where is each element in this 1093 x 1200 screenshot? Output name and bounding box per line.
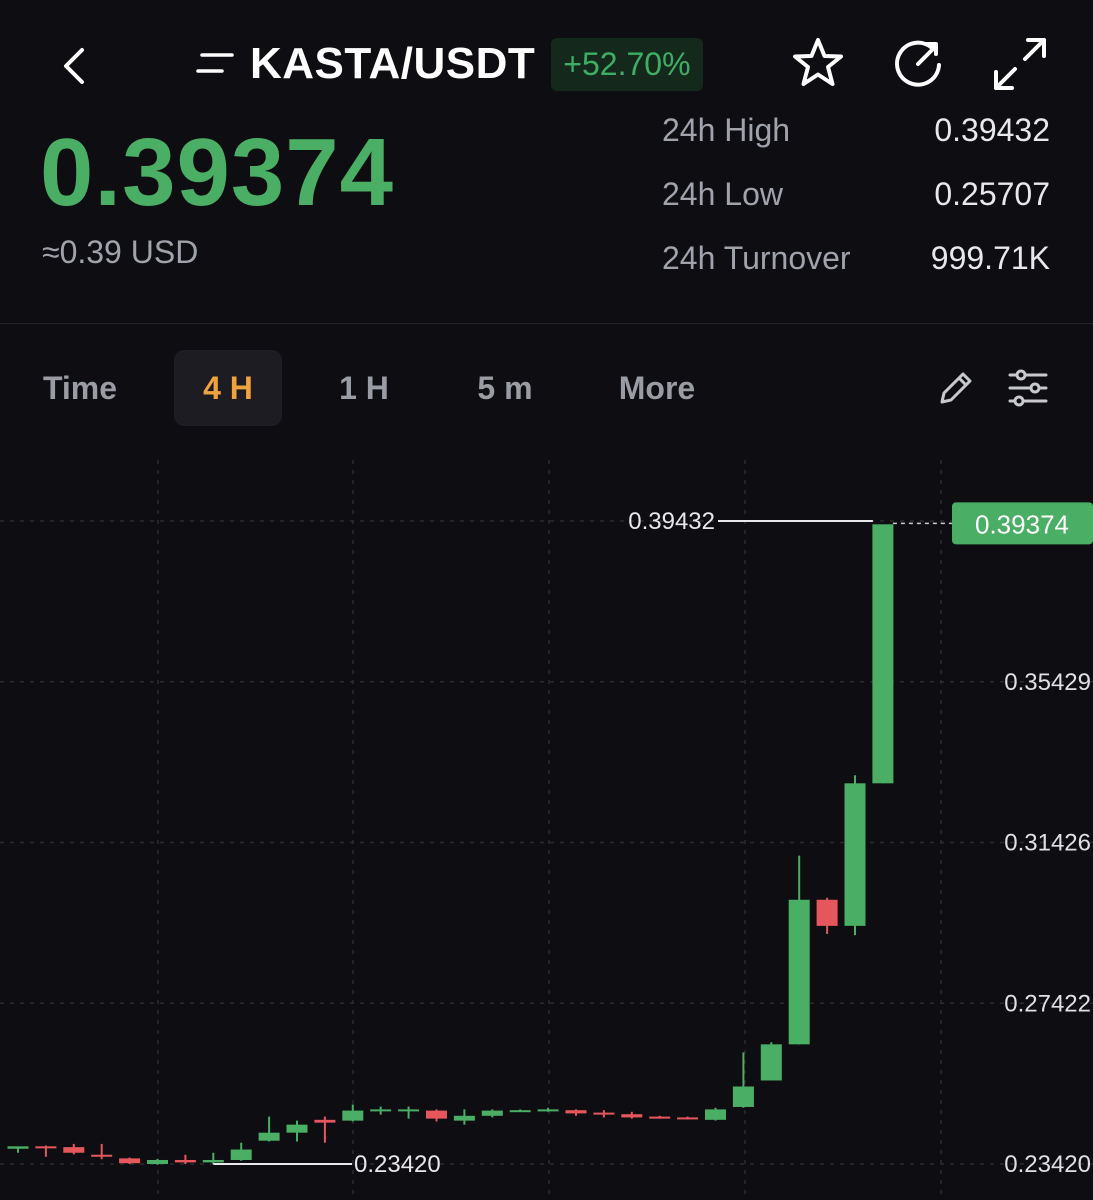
candle-body (760, 1044, 782, 1081)
pencil-icon[interactable] (934, 366, 978, 410)
candle-body (63, 1147, 85, 1153)
low-marker-label: 0.23420 (354, 1151, 441, 1178)
candle-body (816, 899, 838, 926)
chevron-left-icon[interactable] (56, 42, 96, 90)
candle-body (230, 1149, 252, 1160)
candle-body (398, 1109, 420, 1112)
refresh-arrow-icon[interactable] (888, 34, 948, 94)
candle-body (314, 1119, 336, 1123)
candle-body (677, 1117, 699, 1120)
candle-body (370, 1109, 392, 1112)
candle-body (119, 1158, 141, 1164)
candle-body (621, 1114, 643, 1118)
stat-value-low: 0.25707 (934, 176, 1050, 212)
candle-body (732, 1086, 754, 1107)
candle-body (174, 1159, 196, 1163)
candlestick-chart[interactable]: 0.35429 0.31426 0.27422 0.23420 0.39432 0.234… (0, 440, 1093, 1200)
candle-body (147, 1159, 168, 1164)
last-price-badge-label: 0.39374 (975, 509, 1069, 539)
candle-body (509, 1110, 531, 1113)
candle-body (342, 1110, 364, 1121)
stat-value-turnover: 999.71K (930, 240, 1050, 276)
tab-4h[interactable]: 4 H (174, 350, 282, 426)
stat-label-high: 24h High (662, 112, 791, 148)
stat-label-low: 24h Low (662, 176, 783, 212)
candle-body (7, 1146, 29, 1149)
chart-candles (7, 524, 894, 1165)
top-bar: KASTA/USDT +52.70% (0, 0, 1093, 120)
candle-body (537, 1109, 559, 1112)
change-badge: +52.70% (551, 37, 703, 91)
expand-icon[interactable] (990, 34, 1050, 94)
y-tick-label: 0.35429 (1004, 669, 1091, 696)
candle-body (35, 1146, 57, 1149)
candle-body (286, 1124, 308, 1133)
usd-approx: ≈0.39 USD (42, 234, 199, 270)
candle-body (202, 1159, 224, 1163)
candle-body (649, 1116, 671, 1119)
high-marker-label: 0.39432 (628, 508, 715, 535)
candle-body (481, 1110, 503, 1116)
chart-overlay: 0.35429 0.31426 0.27422 0.23420 0.39432 0.234… (213, 502, 1093, 1178)
y-tick-label: 0.27422 (1004, 990, 1091, 1017)
tab-1h[interactable]: 1 H (318, 350, 410, 426)
pair-title: KASTA/USDT (250, 39, 536, 88)
chart-grid (0, 460, 1093, 1200)
stat-value-high: 0.39432 (934, 112, 1050, 148)
candle-body (788, 899, 810, 1045)
candle-body (872, 524, 894, 784)
y-tick-label: 0.23420 (1004, 1151, 1091, 1178)
star-icon[interactable] (788, 34, 848, 94)
menu-lines-icon (196, 53, 234, 73)
y-tick-label: 0.31426 (1004, 830, 1091, 857)
candle-body (844, 783, 866, 926)
tab-more[interactable]: More (606, 350, 708, 426)
candle-body (593, 1112, 615, 1115)
candle-body (565, 1110, 587, 1114)
candle-body (453, 1115, 475, 1121)
candle-body (91, 1154, 113, 1157)
sliders-icon[interactable] (1006, 366, 1050, 410)
pair-selector[interactable]: KASTA/USDT +52.70% (192, 34, 703, 94)
last-price: 0.39374 (40, 119, 395, 226)
divider (0, 323, 1093, 324)
tab-5m[interactable]: 5 m (460, 350, 550, 426)
tab-time[interactable]: Time (28, 350, 132, 426)
timeframe-tabs: Time 4 H 1 H 5 m More (0, 350, 1093, 426)
candle-body (258, 1132, 280, 1141)
candle-body (705, 1109, 726, 1120)
candle-body (426, 1110, 447, 1119)
stat-label-turnover: 24h Turnover (662, 240, 851, 276)
